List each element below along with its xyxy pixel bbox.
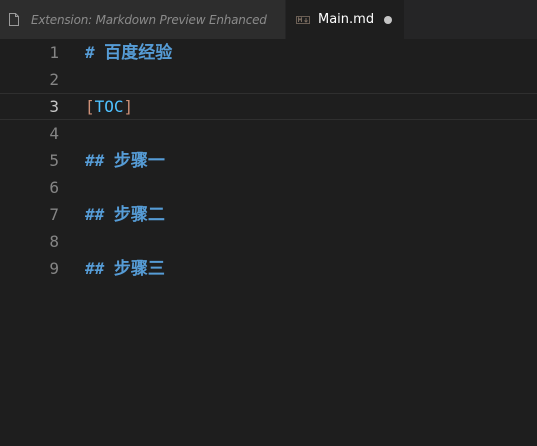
- editor-line-current[interactable]: 3 [TOC]: [0, 93, 537, 120]
- heading-text: 步骤一: [113, 151, 165, 171]
- heading-marker: ##: [85, 205, 105, 224]
- line-number: 3: [49, 97, 59, 116]
- heading-text: 步骤二: [113, 205, 165, 225]
- toc-close-bracket: ]: [123, 97, 134, 116]
- line-content: # 百度经验: [85, 39, 172, 67]
- editor-line[interactable]: 2: [0, 66, 537, 93]
- editor-line[interactable]: 6: [0, 174, 537, 201]
- toc-open-bracket: [: [85, 97, 95, 116]
- heading-marker: #: [85, 43, 95, 62]
- editor-line[interactable]: 8: [0, 228, 537, 255]
- heading-text: 步骤三: [113, 259, 165, 279]
- line-number: 5: [49, 151, 59, 170]
- line-number: 7: [49, 205, 59, 224]
- markdown-file-icon: [296, 15, 310, 24]
- tab-bar-empty-area: [404, 0, 537, 39]
- line-number: 8: [49, 232, 59, 251]
- line-content: ## 步骤二: [85, 201, 165, 229]
- line-number: 4: [49, 124, 59, 143]
- editor-line[interactable]: 4: [0, 120, 537, 147]
- editor-line[interactable]: 1 # 百度经验: [0, 39, 537, 66]
- line-number: 1: [49, 43, 59, 62]
- code-editor[interactable]: 1 # 百度经验 2 3 [TOC] 4 5 ## 步骤一 6 7 ## 步骤二…: [0, 39, 537, 446]
- line-content: [TOC]: [85, 93, 133, 120]
- toc-marker: TOC: [94, 97, 124, 116]
- heading-text: 百度经验: [104, 43, 173, 63]
- heading-marker: ##: [85, 151, 105, 170]
- unsaved-changes-dot-icon[interactable]: [384, 16, 392, 24]
- line-content: ## 步骤三: [85, 255, 165, 283]
- editor-line[interactable]: 7 ## 步骤二: [0, 201, 537, 228]
- file-icon: [9, 13, 19, 26]
- tab-label: Main.md: [318, 12, 375, 27]
- tab-bar: Extension: Markdown Preview Enhanced Mai…: [0, 0, 537, 39]
- line-number: 9: [49, 259, 59, 278]
- line-number: 6: [49, 178, 59, 197]
- line-content: ## 步骤一: [85, 147, 165, 175]
- heading-marker: ##: [85, 259, 105, 278]
- tab-extension-preview[interactable]: Extension: Markdown Preview Enhanced: [0, 0, 286, 39]
- line-number: 2: [49, 70, 59, 89]
- editor-window: Extension: Markdown Preview Enhanced Mai…: [0, 0, 537, 446]
- editor-line[interactable]: 5 ## 步骤一: [0, 147, 537, 174]
- tab-main-md[interactable]: Main.md: [286, 0, 404, 39]
- editor-line[interactable]: 9 ## 步骤三: [0, 255, 537, 282]
- tab-label: Extension: Markdown Preview Enhanced: [31, 12, 267, 27]
